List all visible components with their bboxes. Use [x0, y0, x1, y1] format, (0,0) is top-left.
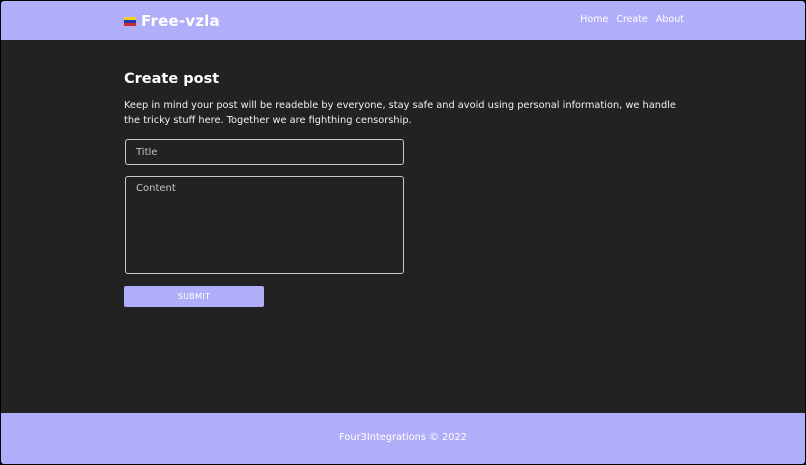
footer: Four3Integrations © 2022 — [1, 413, 805, 464]
brand-name: Free-vzla — [141, 12, 220, 30]
nav-links: Home Create About — [580, 14, 684, 25]
intro-text: Keep in mind your post will be readeble … — [124, 100, 676, 126]
content-textarea[interactable] — [125, 176, 404, 274]
nav-create-link[interactable]: Create — [616, 14, 648, 25]
page-title: Create post — [124, 71, 220, 87]
footer-copyright: Four3Integrations © 2022 — [339, 432, 467, 443]
brand-link[interactable]: Free-vzla — [124, 12, 220, 30]
nav-home-link[interactable]: Home — [580, 14, 608, 25]
nav-about-link[interactable]: About — [656, 14, 684, 25]
title-input[interactable] — [125, 139, 404, 165]
submit-button[interactable]: SUBMIT — [124, 286, 264, 307]
navbar: Free-vzla Home Create About — [1, 1, 805, 40]
create-post-form: Create post Keep in mind your post will … — [124, 71, 684, 307]
venezuela-flag-icon — [124, 16, 136, 26]
app-window: Free-vzla Home Create About Create post … — [1, 1, 805, 464]
